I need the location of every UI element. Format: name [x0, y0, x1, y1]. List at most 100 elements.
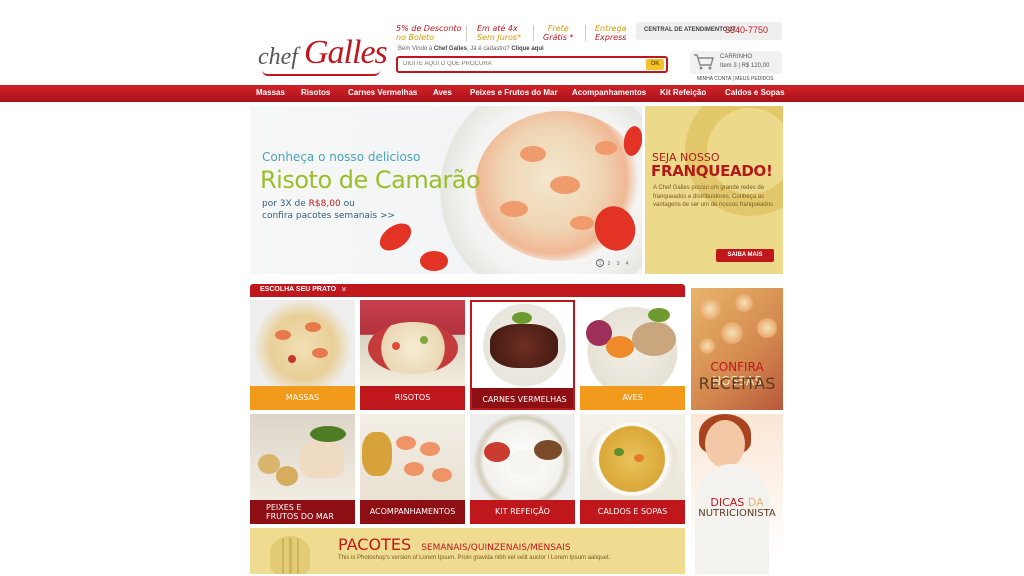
franchise-panel: SEJA NOSSO FRANQUEADO! A Chef Galles pos… — [645, 106, 783, 274]
soup-bowl — [586, 422, 678, 496]
nav-item-aves[interactable]: Aves — [433, 88, 452, 97]
carrot-shape — [634, 454, 644, 462]
contact-phone[interactable]: 3340-7750 — [725, 25, 768, 35]
packages-text: This is Photoshop's version of Lorem Ips… — [338, 555, 611, 561]
nutritionist-promo[interactable]: DICAS DA NUTRICIONISTA — [691, 414, 783, 574]
hero-shrimp — [550, 176, 580, 194]
my-orders-link[interactable]: MEUS PEDIDOS — [735, 76, 773, 82]
nav-item-caldos-sopas[interactable]: Caldos e Sopas — [725, 88, 785, 97]
hero-packages-link[interactable]: confira pacotes semanais >> — [262, 211, 395, 221]
herb-shape — [648, 308, 670, 322]
tomato-shape — [288, 355, 296, 363]
brand-logo[interactable]: chef Galles — [258, 34, 388, 76]
cart-total: R$ 120,00 — [741, 63, 770, 69]
peixes-image — [250, 414, 355, 500]
choose-dish-header: ESCOLHA SEU PRATO » — [250, 284, 685, 297]
meat-shape — [490, 324, 558, 368]
hero-offer-suffix: ou — [343, 199, 355, 209]
cart-items: Item 3 — [720, 63, 737, 69]
bowl-shape — [699, 338, 715, 354]
tile-label: MASSAS — [250, 386, 355, 410]
category-tile-caldos[interactable]: CALDOS E SOPAS — [580, 414, 685, 524]
nav-item-acompanhamentos[interactable]: Acompanhamentos — [572, 88, 646, 97]
carrot-shape — [606, 336, 634, 358]
section-title: ESCOLHA SEU PRATO — [260, 286, 337, 293]
tile-label: AVES — [580, 386, 685, 410]
hero-shrimp — [570, 216, 594, 230]
recipes-subtitle: RECEITAS — [698, 374, 776, 393]
carousel-dot[interactable]: 1 — [596, 259, 604, 267]
category-tile-peixes[interactable]: PEIXES E FRUTOS DO MAR — [250, 414, 355, 524]
register-link[interactable]: Clique aqui — [511, 46, 543, 52]
logo-chef-text: chef — [258, 44, 298, 70]
kit-refeicao-image — [470, 414, 575, 500]
caldos-image — [580, 414, 685, 500]
promo-shipping-line1: Frete — [547, 24, 569, 33]
hero-tagline: Conheça o nosso delicioso — [262, 150, 421, 164]
hero-shrimp — [520, 146, 546, 162]
nutritionist-subtitle: NUTRICIONISTA — [698, 508, 776, 519]
bowl-shape — [699, 298, 721, 320]
carousel-dot[interactable]: 4 — [623, 260, 631, 268]
bowl-shape — [757, 318, 777, 338]
carnes-image — [472, 302, 573, 388]
cart-widget[interactable]: CARRINHO Item 3 | R$ 120,00 — [690, 51, 782, 74]
contact-label: CENTRAL DE ATENDIMENTO 27 — [644, 27, 736, 33]
promo-express-line1: Entrega — [595, 24, 627, 33]
nav-item-peixes[interactable]: Peixes e Frutos do Mar — [470, 88, 558, 97]
shrimp-shape — [275, 330, 291, 340]
tomato-shape — [392, 342, 400, 350]
franchise-more-button[interactable]: SAIBA MAIS — [716, 249, 774, 262]
category-tile-aves[interactable]: AVES — [580, 300, 685, 410]
promo-installments: Em até 4x Sem Juros* — [477, 24, 521, 42]
recipes-promo[interactable]: CONFIRA NOSSAS RECEITAS — [691, 288, 783, 410]
shrimp-shape — [420, 442, 440, 456]
chevron-down-icon[interactable]: » — [340, 286, 350, 291]
category-tile-kit-refeicao[interactable]: KIT REFEIÇÃO — [470, 414, 575, 524]
category-tile-carnes[interactable]: CARNES VERMELHAS — [470, 300, 575, 410]
herb-shape — [420, 336, 428, 344]
logo-swoosh — [262, 70, 380, 76]
promo-divider — [466, 25, 467, 41]
nav-item-risotos[interactable]: Risotos — [301, 88, 330, 97]
nav-item-carnes-vermelhas[interactable]: Carnes Vermelhas — [348, 88, 417, 97]
welcome-question: , Já é cadastro? — [466, 46, 510, 52]
tile-label-line2: FRUTOS DO MAR — [266, 512, 334, 521]
nav-item-massas[interactable]: Massas — [256, 88, 285, 97]
promo-installments-line1: Em até 4x — [477, 24, 518, 33]
massas-image — [250, 300, 355, 386]
category-tile-massas[interactable]: MASSAS — [250, 300, 355, 410]
bowl-shape — [735, 294, 753, 312]
hero-banner[interactable]: Conheça o nosso delicioso Risoto de Cama… — [250, 106, 642, 274]
salad-shape — [484, 442, 510, 462]
recipes-title-a: CONFIRA — [710, 360, 764, 374]
promo-discount-line2: no Boleto — [396, 33, 435, 42]
risotos-image — [360, 300, 465, 386]
search-button[interactable]: OK — [646, 59, 664, 70]
tile-label: PEIXES E FRUTOS DO MAR — [250, 500, 355, 524]
links-separator: | — [732, 76, 734, 82]
nutritionist-coat — [695, 464, 769, 574]
tile-label: RISOTOS — [360, 386, 465, 410]
category-tile-risotos[interactable]: RISOTOS — [360, 300, 465, 410]
carousel-dot[interactable]: 2 — [605, 260, 613, 268]
tile-label-line1: PEIXES E — [266, 503, 302, 512]
potato-shape — [276, 466, 298, 486]
category-tile-acompanhamentos[interactable]: ACOMPANHAMENTOS — [360, 414, 465, 524]
packages-title: PACOTES SEMANAIS/QUINZENAIS/MENSAIS — [338, 535, 571, 554]
beans-shape — [534, 440, 562, 460]
nav-item-kit-refeicao[interactable]: Kit Refeição — [660, 88, 706, 97]
plantain-shape — [362, 432, 392, 476]
promo-installments-line2: Sem Juros* — [477, 33, 522, 42]
carousel-dot[interactable]: 3 — [614, 260, 622, 268]
franchise-text: A Chef Galles possui um grande redes de … — [653, 185, 774, 208]
promo-discount: 5% de Desconto no Boleto — [396, 24, 461, 42]
promo-divider — [533, 25, 534, 41]
hero-title: Risoto de Camarão — [260, 166, 481, 194]
hero-shrimp — [595, 141, 617, 155]
promo-discount-line1: 5% de Desconto — [396, 24, 462, 33]
nutritionist-photo — [705, 420, 745, 468]
packages-banner[interactable]: PACOTES SEMANAIS/QUINZENAIS/MENSAIS This… — [250, 528, 685, 574]
search-input[interactable] — [403, 61, 633, 67]
my-account-link[interactable]: MINHA CONTA — [697, 76, 731, 82]
